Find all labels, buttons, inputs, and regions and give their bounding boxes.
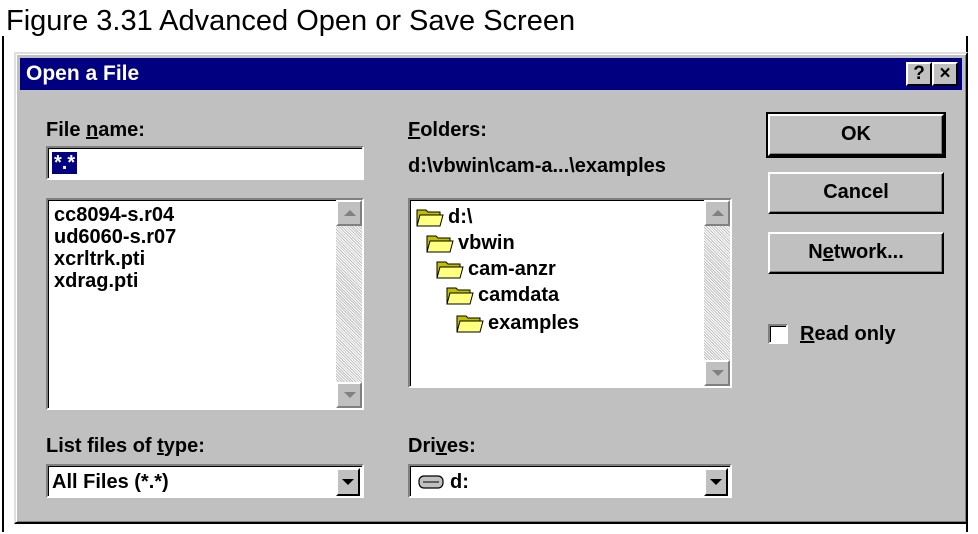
file-type-select[interactable]: All Files (*.*) bbox=[46, 464, 364, 498]
open-folder-icon bbox=[426, 235, 454, 253]
chevron-up-icon bbox=[712, 210, 724, 216]
current-path: d:\vbwin\cam-a...\examples bbox=[408, 155, 666, 177]
folder-label: d:\ bbox=[448, 206, 473, 228]
chevron-down-icon bbox=[344, 392, 356, 398]
file-list-item[interactable]: ud6060-s.r07 bbox=[54, 226, 176, 249]
drives-select[interactable]: d: bbox=[408, 464, 732, 498]
folder-tree-scrollbar[interactable] bbox=[704, 200, 730, 386]
folder-tree[interactable]: d:\ vbwin cam-anzr camdata examples bbox=[408, 198, 732, 388]
cancel-button[interactable]: Cancel bbox=[768, 172, 944, 214]
open-folder-icon bbox=[436, 261, 464, 279]
file-list[interactable]: cc8094-s.r04 ud6060-s.r07 xcrltrk.pti xd… bbox=[46, 198, 364, 410]
folder-label: examples bbox=[488, 312, 580, 334]
scroll-down-button[interactable] bbox=[336, 382, 362, 408]
folders-label: Folders: bbox=[408, 119, 487, 141]
file-type-value: All Files (*.*) bbox=[52, 471, 169, 493]
chevron-down-icon bbox=[710, 479, 722, 485]
drive-icon bbox=[418, 475, 444, 489]
chevron-down-icon bbox=[342, 479, 354, 485]
file-name-label: File name: bbox=[46, 119, 145, 141]
file-list-item[interactable]: xcrltrk.pti bbox=[54, 248, 145, 271]
file-type-label: List files of type: bbox=[46, 435, 205, 457]
folder-label: camdata bbox=[478, 284, 560, 306]
ok-button[interactable]: OK bbox=[766, 112, 946, 158]
drives-label: Drives: bbox=[408, 435, 476, 457]
file-type-dropdown-button[interactable] bbox=[336, 468, 360, 496]
figure-caption: Figure 3.31 Advanced Open or Save Screen bbox=[6, 5, 576, 37]
chevron-up-icon bbox=[344, 210, 356, 216]
file-name-input[interactable]: *.* bbox=[46, 146, 364, 180]
file-list-item[interactable]: cc8094-s.r04 bbox=[54, 204, 174, 227]
file-list-scrollbar[interactable] bbox=[336, 200, 362, 408]
open-folder-icon bbox=[456, 315, 484, 333]
dialog-title: Open a File bbox=[26, 62, 140, 85]
read-only-checkbox[interactable] bbox=[768, 324, 788, 344]
open-folder-icon bbox=[416, 209, 444, 227]
file-name-value: *.* bbox=[52, 152, 78, 174]
drives-value: d: bbox=[450, 471, 469, 493]
folder-label: cam-anzr bbox=[468, 258, 556, 280]
chevron-down-icon bbox=[712, 370, 724, 376]
scroll-up-button[interactable] bbox=[336, 200, 362, 226]
folder-label: vbwin bbox=[458, 232, 515, 254]
help-button[interactable]: ? bbox=[906, 62, 932, 86]
scroll-up-button[interactable] bbox=[704, 200, 730, 226]
open-folder-icon bbox=[446, 287, 474, 305]
network-button[interactable]: Network... bbox=[768, 232, 944, 274]
scroll-down-button[interactable] bbox=[704, 360, 730, 386]
open-file-dialog: Open a File ? × File name: *.* cc8094-s.… bbox=[14, 52, 968, 524]
drives-dropdown-button[interactable] bbox=[704, 468, 728, 496]
title-bar[interactable]: Open a File ? × bbox=[20, 58, 962, 90]
file-list-item[interactable]: xdrag.pti bbox=[54, 270, 138, 293]
close-button[interactable]: × bbox=[932, 62, 958, 86]
read-only-label[interactable]: Read only bbox=[800, 322, 896, 346]
